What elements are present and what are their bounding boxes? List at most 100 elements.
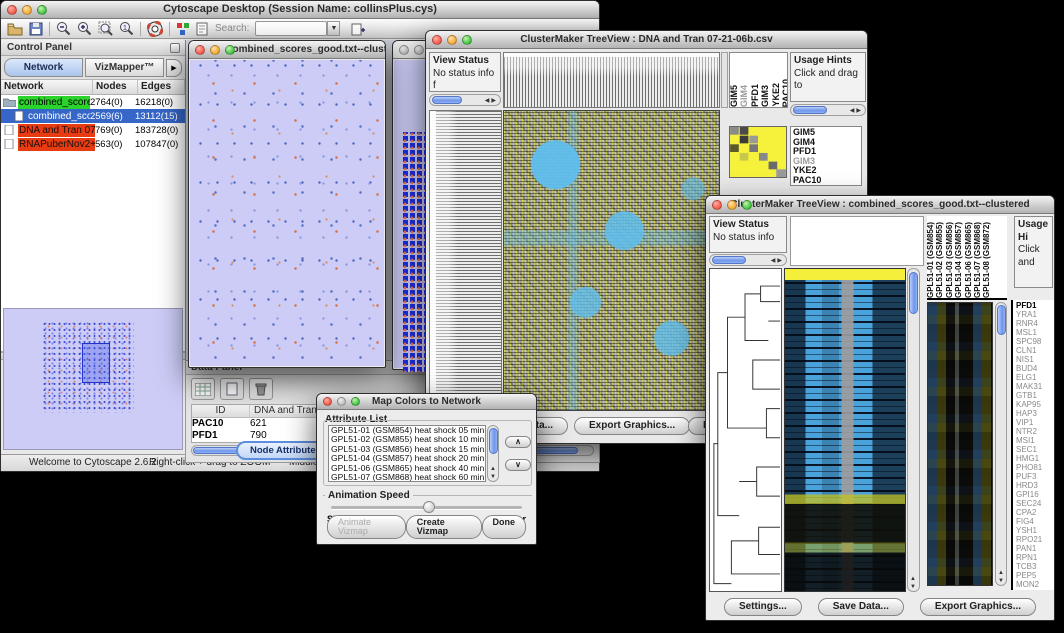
gene-label[interactable]: KAP95 — [1016, 400, 1054, 409]
gene-label[interactable]: HMG1 — [1016, 454, 1054, 463]
move-down-button[interactable]: ∨ — [505, 459, 531, 471]
create-vizmap-button[interactable]: Create Vizmap — [406, 515, 482, 539]
status-hscrollbar[interactable]: ◀▶ — [429, 94, 501, 106]
gene-label[interactable]: PFD1 — [1016, 301, 1054, 310]
close-button[interactable] — [432, 35, 442, 45]
window-controls[interactable] — [432, 35, 472, 45]
status-hscrollbar[interactable]: ◀▶ — [709, 254, 787, 266]
zoom-button[interactable] — [225, 45, 235, 55]
tab-vizmapper[interactable]: VizMapper™ — [85, 58, 164, 77]
gene-label[interactable]: PEP5 — [1016, 571, 1054, 580]
global-heatmap[interactable] — [503, 110, 720, 411]
minimize-button[interactable] — [727, 200, 737, 210]
animate-vizmap-button[interactable]: Animate Vizmap — [327, 515, 406, 539]
gene-label[interactable]: GTB1 — [1016, 391, 1054, 400]
column-dendrogram[interactable] — [790, 216, 924, 266]
zoom-heatmap[interactable] — [927, 302, 993, 586]
gene-label[interactable]: HAP3 — [1016, 409, 1054, 418]
gene-label[interactable]: CPA2 — [1016, 508, 1054, 517]
gene-label[interactable]: YRA1 — [1016, 310, 1054, 319]
column-label[interactable]: GPL51-04 (GSM857) — [955, 222, 963, 298]
zoom-selected-icon[interactable] — [98, 21, 113, 36]
scroll-thumb[interactable] — [489, 428, 498, 454]
col-header-nodes[interactable]: Nodes — [93, 80, 138, 94]
scroll-thumb[interactable] — [793, 106, 827, 114]
speed-slider[interactable] — [331, 506, 522, 509]
close-button[interactable] — [323, 397, 332, 406]
gene-dendrogram[interactable] — [429, 110, 502, 411]
window-controls[interactable] — [7, 5, 47, 15]
scroll-down-icon[interactable]: ▼ — [910, 584, 916, 590]
close-button[interactable] — [712, 200, 722, 210]
attribute-list-vscrollbar[interactable]: ▲ ▼ — [487, 425, 499, 482]
scroll-up-icon[interactable]: ▲ — [998, 570, 1004, 576]
export-graphics-button[interactable]: Export Graphics... — [574, 417, 690, 435]
gene-label[interactable]: MSI1 — [1016, 436, 1054, 445]
minimize-button[interactable] — [210, 45, 220, 55]
window-controls[interactable] — [195, 45, 235, 55]
column-label[interactable]: GPL51-08 (GSM872) — [983, 222, 991, 298]
scroll-thumb[interactable] — [432, 96, 462, 104]
slider-thumb[interactable] — [423, 501, 435, 513]
gene-label[interactable]: CLN1 — [1016, 346, 1054, 355]
network-row-combined-sco-selected[interactable]: combined_sco 2569(6) 13112(15) — [1, 109, 185, 123]
col-header-id[interactable]: ID — [192, 405, 250, 417]
minimize-button[interactable] — [337, 397, 346, 406]
new-document-icon[interactable] — [351, 22, 365, 36]
scroll-thumb[interactable] — [997, 305, 1006, 335]
treeview1-title-bar[interactable]: ClusterMaker TreeView : DNA and Tran 07-… — [426, 31, 867, 49]
gene-label[interactable]: VIP1 — [1016, 418, 1054, 427]
scroll-down-icon[interactable]: ▼ — [998, 578, 1004, 584]
scroll-up-icon[interactable]: ▲ — [490, 466, 496, 472]
tab-network[interactable]: Network — [4, 58, 83, 77]
move-up-button[interactable]: ∧ — [505, 436, 531, 448]
new-attribute-icon[interactable] — [220, 378, 244, 400]
attribute-item[interactable]: GPL51-07 (GSM868) heat shock 60 min — [329, 473, 485, 482]
gene-label[interactable]: PHO81 — [1016, 463, 1054, 472]
scroll-down-icon[interactable]: ▼ — [490, 474, 496, 480]
zoom-button[interactable] — [742, 200, 752, 210]
minimize-button[interactable] — [22, 5, 32, 15]
delete-attribute-icon[interactable] — [249, 378, 273, 400]
dialog-title-bar[interactable]: Map Colors to Network — [317, 394, 536, 410]
scroll-thumb[interactable] — [909, 272, 918, 314]
window-controls[interactable] — [712, 200, 752, 210]
gene-label[interactable]: SEC1 — [1016, 445, 1054, 454]
save-data-button[interactable]: Save Data... — [818, 598, 904, 616]
gene-label[interactable]: RNR4 — [1016, 319, 1054, 328]
gene-label[interactable]: NIS1 — [1016, 355, 1054, 364]
scroll-arrows-icon[interactable]: ◀▶ — [771, 257, 784, 264]
gene-label[interactable]: PAN1 — [1016, 544, 1054, 553]
heatmap-vscrollbar[interactable]: ▲ ▼ — [907, 268, 920, 592]
scroll-arrows-icon[interactable]: ◀▶ — [850, 107, 863, 114]
minimize-button[interactable] — [447, 35, 457, 45]
gene-label[interactable]: NTR2 — [1016, 427, 1054, 436]
zoom-button[interactable] — [462, 35, 472, 45]
main-title-bar[interactable]: Cytoscape Desktop (Session Name: collins… — [1, 1, 599, 19]
zoom-in-icon[interactable] — [77, 21, 92, 36]
scroll-thumb[interactable] — [712, 256, 746, 264]
gene-label[interactable]: PAC10 — [793, 176, 859, 186]
gene-label[interactable]: SEC24 — [1016, 499, 1054, 508]
column-label[interactable]: GIM5 — [730, 85, 739, 107]
column-label[interactable]: GPL51-07 (GSM868) — [974, 222, 982, 298]
column-label[interactable]: GPL51-01 (GSM854) — [927, 222, 935, 298]
minimize-button[interactable] — [414, 45, 424, 55]
gene-label[interactable]: FIG4 — [1016, 517, 1054, 526]
column-label[interactable]: PAC10 — [782, 79, 788, 107]
column-label[interactable]: GPL51-02 (GSM855) — [936, 222, 944, 298]
search-dropdown-arrow[interactable]: ▼ — [327, 21, 340, 36]
search-input[interactable]: ▼ — [255, 21, 327, 36]
network-row-dna-tran[interactable]: DNA and Tran 07 769(0) 183728(0) — [1, 123, 185, 137]
gene-label[interactable]: MSL1 — [1016, 328, 1054, 337]
gene-label[interactable]: HRD3 — [1016, 481, 1054, 490]
column-label[interactable]: GPL51-06 (GSM865) — [965, 222, 973, 298]
column-label[interactable]: PFD1 — [751, 84, 760, 107]
scroll-arrows-icon[interactable]: ◀▶ — [485, 97, 498, 104]
gene-label[interactable]: RPN1 — [1016, 553, 1054, 562]
window-controls[interactable] — [323, 397, 360, 406]
col-header-network[interactable]: Network — [1, 80, 93, 94]
tab-overflow-arrow[interactable]: ▶ — [166, 59, 182, 77]
scroll-up-icon[interactable]: ▲ — [910, 576, 916, 582]
help-icon[interactable] — [147, 21, 163, 37]
